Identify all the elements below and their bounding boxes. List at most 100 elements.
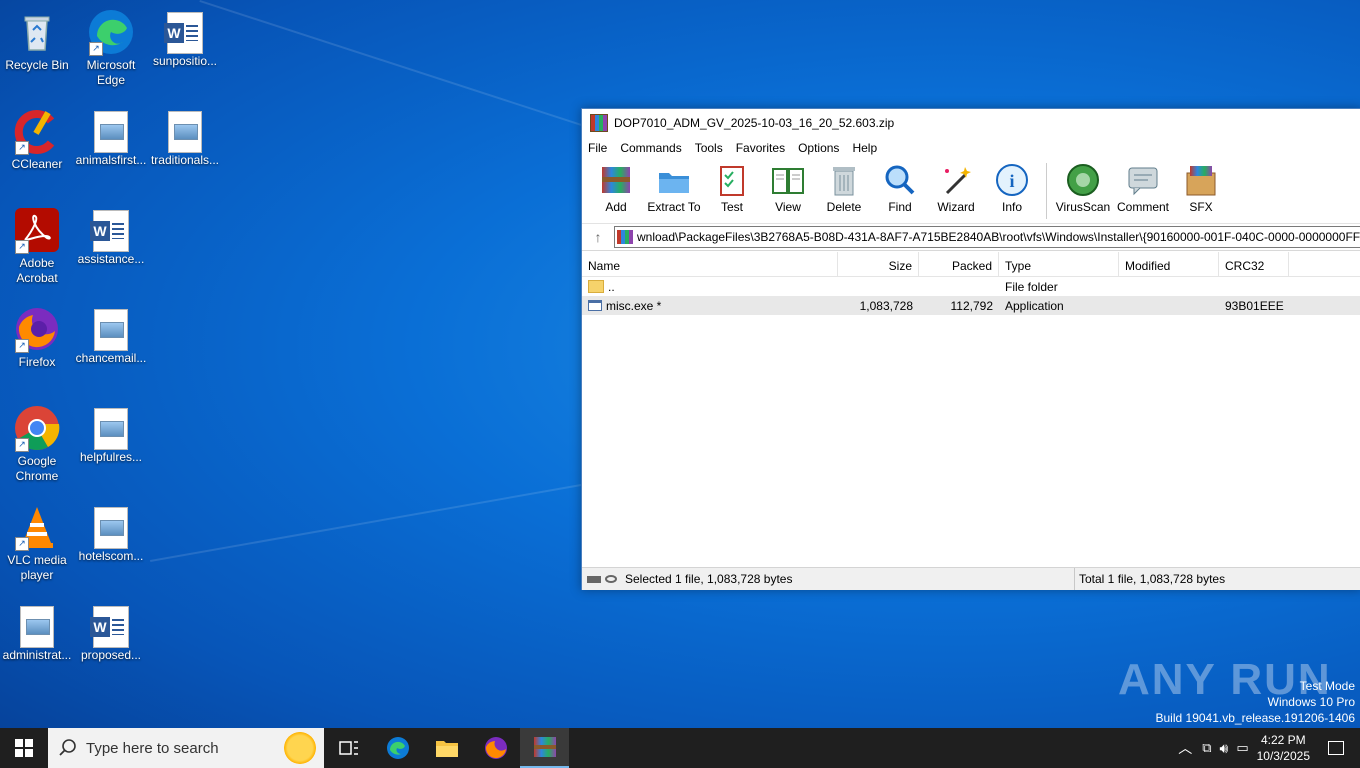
chrome-icon: ↗ xyxy=(13,404,61,452)
sfx-button[interactable]: SFX xyxy=(1173,159,1229,214)
search-icon xyxy=(59,739,76,756)
image-file-icon xyxy=(168,111,202,153)
edge-icon: ↗ xyxy=(87,8,135,56)
desktop-icon-traditionals[interactable]: traditionals... xyxy=(148,107,222,168)
sfx-box-icon xyxy=(1184,163,1218,197)
word-document-icon: W xyxy=(90,606,129,648)
key-icon xyxy=(605,575,617,583)
taskbar-firefox[interactable] xyxy=(471,728,520,768)
table-row[interactable]: misc.exe * 1,083,728 112,792 Application… xyxy=(582,296,1360,315)
virus-scan-icon xyxy=(1066,163,1100,197)
view-button[interactable]: View xyxy=(760,159,816,214)
table-row[interactable]: .. File folder xyxy=(582,277,1360,296)
network-meet-icon[interactable]: ⧉ xyxy=(1202,740,1211,756)
menu-tools[interactable]: Tools xyxy=(695,141,723,155)
comment-button[interactable]: Comment xyxy=(1113,159,1173,214)
drive-icon xyxy=(587,575,601,583)
task-view-button[interactable] xyxy=(324,728,373,768)
network-icon[interactable]: ▭ xyxy=(1236,740,1248,756)
start-button[interactable] xyxy=(0,728,48,768)
desktop-icon-edge[interactable]: ↗ Microsoft Edge xyxy=(74,8,148,88)
taskbar-file-explorer[interactable] xyxy=(422,728,471,768)
title-bar[interactable]: DOP7010_ADM_GV_2025-10-03_16_20_52.603.z… xyxy=(582,109,1360,137)
desktop-icon-ccleaner[interactable]: ↗ CCleaner xyxy=(0,107,74,172)
desktop-icon-sunpositio[interactable]: W sunpositio... xyxy=(148,8,222,69)
desktop-icon-administrat[interactable]: administrat... xyxy=(0,602,74,663)
desktop-icon-adobe-acrobat[interactable]: ↗ Adobe Acrobat xyxy=(0,206,74,286)
winrar-window[interactable]: DOP7010_ADM_GV_2025-10-03_16_20_52.603.z… xyxy=(581,108,1360,590)
edge-icon xyxy=(386,737,409,759)
desktop-icon-firefox[interactable]: ↗ Firefox xyxy=(0,305,74,370)
notification-icon[interactable] xyxy=(1328,741,1344,755)
test-button[interactable]: Test xyxy=(704,159,760,214)
clock[interactable]: 4:22 PM 10/3/2025 xyxy=(1257,732,1310,764)
menu-help[interactable]: Help xyxy=(852,141,877,155)
column-type[interactable]: Type xyxy=(999,252,1119,276)
file-list[interactable]: Name Size Packed Type Modified CRC32 .. … xyxy=(582,252,1360,564)
column-size[interactable]: Size xyxy=(838,252,919,276)
shortcut-arrow-icon: ↗ xyxy=(15,438,29,452)
list-header: Name Size Packed Type Modified CRC32 xyxy=(582,252,1360,277)
test-mode-text: Test Mode Windows 10 Pro Build 19041.vb_… xyxy=(1155,679,1356,725)
volume-icon[interactable]: 🔊︎ xyxy=(1219,740,1228,757)
extract-to-button[interactable]: Extract To xyxy=(644,159,704,214)
shortcut-arrow-icon: ↗ xyxy=(89,42,103,56)
view-book-icon xyxy=(771,163,805,197)
add-archive-icon xyxy=(599,163,633,197)
search-placeholder: Type here to search xyxy=(86,739,219,757)
menu-file[interactable]: File xyxy=(588,141,607,155)
status-total: Total 1 file, 1,083,728 bytes xyxy=(1079,572,1226,586)
add-button[interactable]: Add xyxy=(588,159,644,214)
desktop-icon-animalsfirst[interactable]: animalsfirst... xyxy=(74,107,148,168)
comment-icon xyxy=(1126,163,1160,197)
address-bar: ↑ wnload\PackageFiles\3B2768A5-B08D-431A… xyxy=(582,224,1360,251)
info-icon: i xyxy=(995,163,1029,197)
path-field[interactable]: wnload\PackageFiles\3B2768A5-B08D-431A-8… xyxy=(614,226,1360,248)
desktop-icon-recycle-bin[interactable]: Recycle Bin xyxy=(0,8,74,73)
column-crc32[interactable]: CRC32 xyxy=(1219,252,1289,276)
info-button[interactable]: i Info xyxy=(984,159,1040,214)
shortcut-arrow-icon: ↗ xyxy=(15,537,29,551)
image-file-icon xyxy=(94,408,128,450)
menu-favorites[interactable]: Favorites xyxy=(736,141,785,155)
winrar-app-icon xyxy=(590,114,608,132)
folder-icon xyxy=(435,741,458,757)
shortcut-arrow-icon: ↗ xyxy=(15,240,29,254)
image-file-icon xyxy=(94,111,128,153)
wizard-button[interactable]: Wizard xyxy=(928,159,984,214)
status-selected: Selected 1 file, 1,083,728 bytes xyxy=(625,572,793,586)
menu-options[interactable]: Options xyxy=(798,141,839,155)
desktop-icon-google-chrome[interactable]: ↗ Google Chrome xyxy=(0,404,74,484)
taskbar-winrar[interactable] xyxy=(520,728,569,768)
word-document-icon: W xyxy=(90,210,129,252)
find-button[interactable]: Find xyxy=(872,159,928,214)
delete-button[interactable]: Delete xyxy=(816,159,872,214)
desktop-icon-chancemail[interactable]: chancemail... xyxy=(74,305,148,366)
windows-logo-icon xyxy=(15,739,33,757)
image-file-icon xyxy=(94,507,128,549)
word-document-icon: W xyxy=(164,12,203,54)
desktop-icon-vlc[interactable]: ↗ VLC media player xyxy=(0,503,74,583)
column-name[interactable]: Name xyxy=(582,252,838,276)
desktop-icon-hotelscom[interactable]: hotelscom... xyxy=(74,503,148,564)
shortcut-arrow-icon: ↗ xyxy=(15,141,29,155)
column-packed[interactable]: Packed xyxy=(919,252,999,276)
desktop-icon-proposed[interactable]: W proposed... xyxy=(74,602,148,663)
taskbar-search-box[interactable]: Type here to search xyxy=(48,728,324,768)
recycle-bin-icon xyxy=(13,8,61,56)
firefox-icon: ↗ xyxy=(13,305,61,353)
sun-smiley-icon xyxy=(284,732,316,764)
menu-commands[interactable]: Commands xyxy=(620,141,681,155)
chevron-up-icon[interactable]: ︿ xyxy=(1178,738,1192,758)
taskbar-edge[interactable] xyxy=(373,728,422,768)
shortcut-arrow-icon: ↗ xyxy=(15,339,29,353)
image-file-icon xyxy=(94,309,128,351)
up-arrow-icon[interactable]: ↑ xyxy=(582,229,614,245)
exe-file-icon xyxy=(588,300,602,311)
desktop-icon-helpfulres[interactable]: helpfulres... xyxy=(74,404,148,465)
ccleaner-icon: ↗ xyxy=(13,107,61,155)
column-modified[interactable]: Modified xyxy=(1119,252,1219,276)
status-bar: Selected 1 file, 1,083,728 bytes Total 1… xyxy=(582,567,1360,590)
desktop-icon-assistance[interactable]: W assistance... xyxy=(74,206,148,267)
virusscan-button[interactable]: VirusScan xyxy=(1053,159,1113,214)
